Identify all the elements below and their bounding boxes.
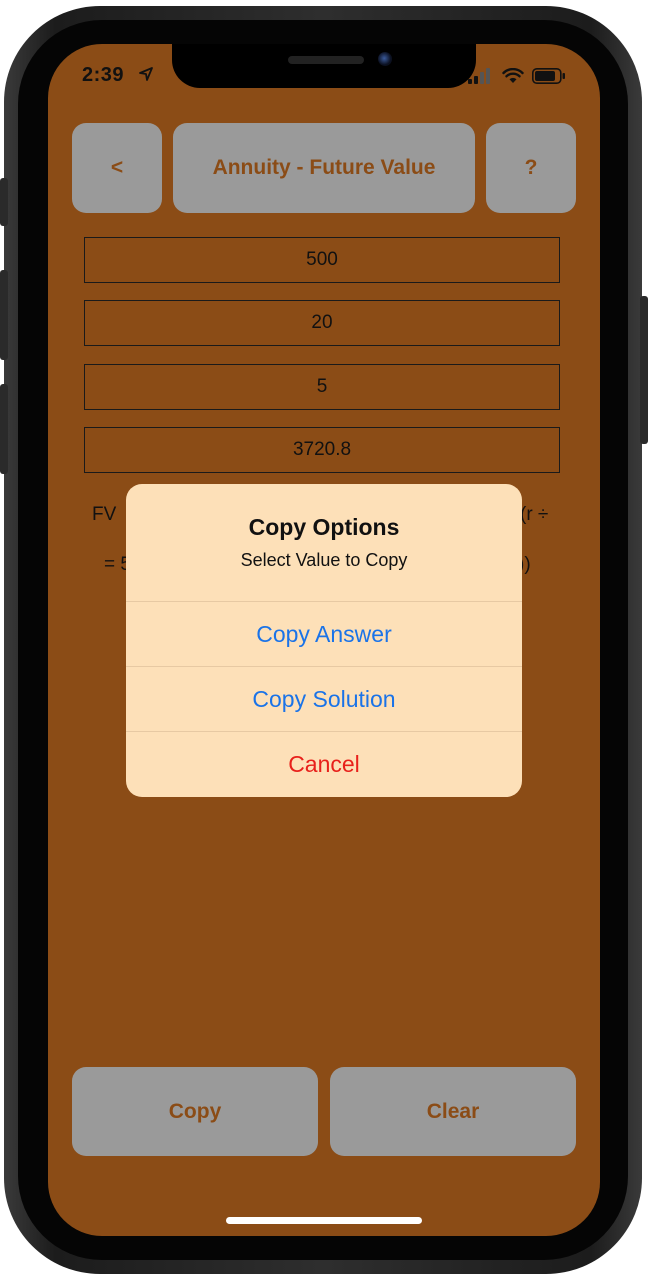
- payment-field[interactable]: 500: [84, 237, 560, 283]
- alert-title: Copy Options: [248, 514, 400, 540]
- rate-value: 20: [311, 312, 333, 333]
- rate-field[interactable]: 20: [84, 300, 560, 346]
- mute-switch: [0, 178, 8, 226]
- copy-label: Copy: [168, 1099, 222, 1123]
- page-title-button[interactable]: Annuity - Future Value: [173, 123, 475, 213]
- screen: 2:39 < Annuity - Future Value ? 500 20 5…: [48, 44, 600, 1236]
- back-button[interactable]: <: [72, 123, 162, 213]
- future-value-result: 3720.8: [292, 439, 352, 460]
- future-value-field[interactable]: 3720.8: [84, 427, 560, 473]
- page-title: Annuity - Future Value: [212, 156, 436, 179]
- volume-down-button: [0, 384, 8, 474]
- alert-message: Select Value to Copy: [240, 550, 408, 570]
- back-label: <: [110, 156, 124, 179]
- copy-answer-button[interactable]: Copy Answer: [126, 601, 522, 666]
- copy-button[interactable]: Copy: [72, 1067, 318, 1156]
- payment-value: 500: [306, 249, 338, 270]
- clear-button[interactable]: Clear: [330, 1067, 576, 1156]
- notch: [172, 44, 476, 88]
- help-label: ?: [524, 156, 538, 179]
- formula-line-1-left: FV: [92, 504, 117, 525]
- speaker-grille: [288, 56, 364, 64]
- cellular-signal-icon: [468, 68, 490, 84]
- cancel-button[interactable]: Cancel: [126, 731, 522, 796]
- copy-answer-label: Copy Answer: [256, 620, 392, 647]
- wifi-icon: [502, 68, 524, 83]
- power-button: [640, 296, 648, 444]
- copy-solution-label: Copy Solution: [252, 685, 396, 712]
- status-indicators: [468, 68, 566, 84]
- clear-label: Clear: [426, 1099, 480, 1123]
- copy-options-alert: Copy Options Select Value to Copy Copy A…: [126, 484, 522, 797]
- front-camera: [378, 52, 392, 66]
- periods-value: 5: [316, 376, 328, 397]
- cancel-label: Cancel: [288, 750, 360, 777]
- copy-solution-button[interactable]: Copy Solution: [126, 666, 522, 731]
- volume-up-button: [0, 270, 8, 360]
- help-button[interactable]: ?: [486, 123, 576, 213]
- location-arrow-icon: [139, 67, 153, 81]
- battery-icon: [532, 68, 565, 84]
- periods-field[interactable]: 5: [84, 364, 560, 410]
- formula-line-1-right: (r ÷: [520, 504, 549, 525]
- home-indicator[interactable]: [226, 1217, 422, 1224]
- status-time: 2:39: [82, 64, 125, 86]
